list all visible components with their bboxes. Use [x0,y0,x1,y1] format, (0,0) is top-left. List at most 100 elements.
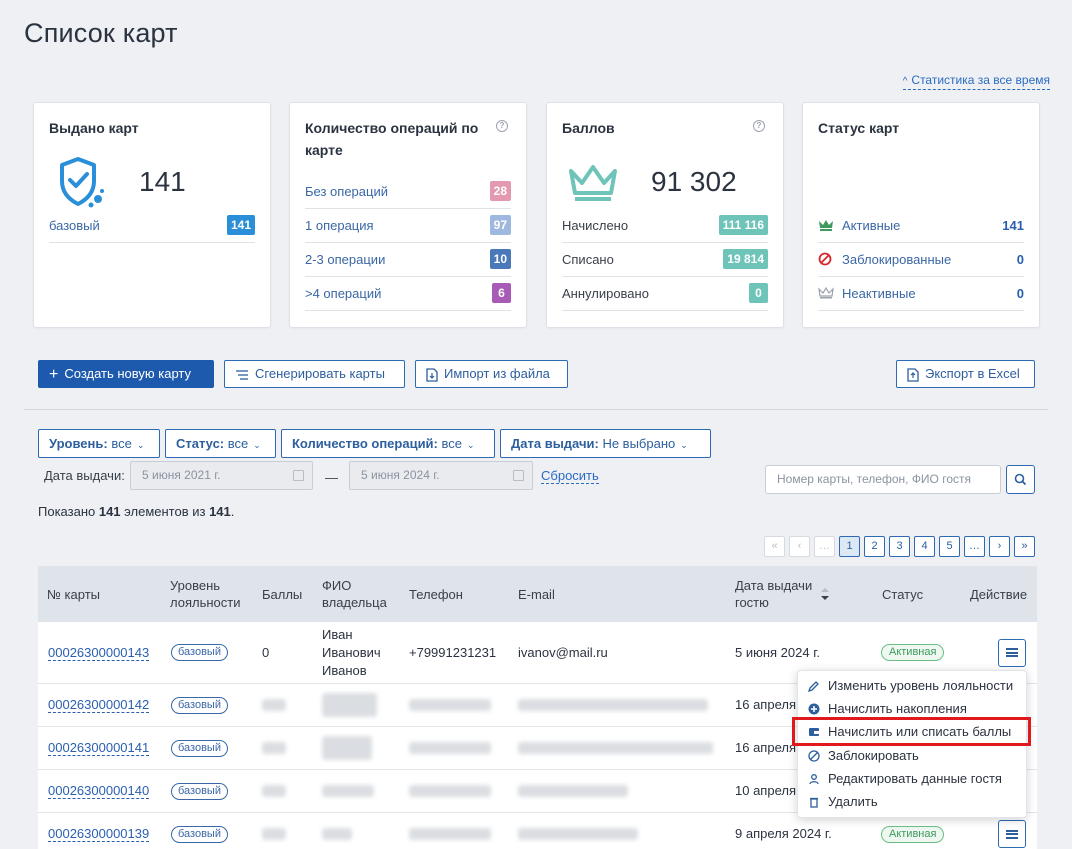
col-owner[interactable]: ФИО владельца [322,566,392,622]
ops-row-badge: 10 [489,249,511,269]
pencil-icon [808,680,819,692]
points-row-badge: 19 814 [723,249,768,269]
blocked-red-icon [818,252,832,266]
col-issue-date[interactable]: Дата выдачи гостю [735,566,825,622]
search-input[interactable]: Номер карты, телефон, ФИО гостя [765,465,1001,494]
status-filter[interactable]: Статус: все ⌄ [165,429,276,458]
first-page-button[interactable]: « [764,536,785,557]
create-card-button[interactable]: + Создать новую карту [38,360,214,388]
ops-row-none[interactable]: Без операций 28 [305,175,511,209]
prev-page-button[interactable]: ‹ [789,536,810,557]
calendar-icon [513,470,524,481]
level-badge: базовый [171,696,228,714]
menu-item-accrue-savings[interactable]: Начислить накопления [798,697,1026,720]
reset-filter-link[interactable]: Сбросить [541,468,599,484]
ops-row-two-three[interactable]: 2-3 операции 10 [305,243,511,277]
date-from-value: 5 июня 2021 г. [142,468,221,482]
export-excel-button[interactable]: Экспорт в Excel [896,360,1035,388]
status-row-count: 0 [1016,252,1024,267]
help-icon[interactable]: ? [753,120,765,132]
level-filter[interactable]: Уровень: все ⌄ [38,429,160,458]
import-file-button[interactable]: Импорт из файла [415,360,568,388]
search-icon [1014,473,1027,486]
blurred-owner [322,693,377,717]
card-status-card: Статус карт Активные 141 Заблокированные… [802,102,1040,328]
next-page-button[interactable]: › [989,536,1010,557]
last-page-button[interactable]: » [1014,536,1035,557]
card-number-link[interactable]: 00026300000142 [48,697,150,713]
trash-icon [810,797,818,808]
page-2-button[interactable]: 2 [864,536,885,557]
generate-cards-button[interactable]: Сгенерировать карты [224,360,405,388]
blurred-points [262,828,286,840]
card-number-link[interactable]: 00026300000141 [48,740,150,756]
col-card-number[interactable]: № карты [47,566,100,622]
issue-date-filter[interactable]: Дата выдачи: Не выбрано ⌄ [500,429,711,458]
menu-item-label: Редактировать данные гостя [828,771,1002,786]
ellipsis-button[interactable]: … [964,536,985,557]
help-icon[interactable]: ? [496,120,508,132]
blurred-email [518,785,628,797]
col-issue-date-label: Дата выдачи гостю [735,578,813,610]
export-file-icon [907,367,919,382]
col-level[interactable]: Уровень лояльности [170,566,250,622]
page-4-button[interactable]: 4 [914,536,935,557]
page-3-button[interactable]: 3 [889,536,910,557]
row-actions-button[interactable] [998,638,1026,667]
ellipsis-button[interactable]: … [814,536,835,557]
shown-count-text: Показано 141 элементов из 141. [38,504,234,519]
sort-desc-icon[interactable] [819,586,831,602]
page-5-button[interactable]: 5 [939,536,960,557]
level-badge: базовый [171,644,228,661]
menu-item-accrue-or-spend-points[interactable]: Начислить или списать баллы [792,717,1031,746]
ops-row-four-plus[interactable]: >4 операций 6 [305,277,511,311]
menu-item-label: Начислить накопления [828,701,967,716]
chevron-down-icon: ⌄ [136,440,145,450]
status-blocked-row[interactable]: Заблокированные 0 [818,243,1024,277]
level-badge: базовый [171,825,228,843]
page-1-button[interactable]: 1 [839,536,860,557]
ops-row-one[interactable]: 1 операция 97 [305,209,511,243]
ops-row-label: 1 операция [305,218,374,233]
menu-item-change-level[interactable]: Изменить уровень лояльности [798,674,1026,697]
shown-suffix: . [230,504,235,519]
date-from-input[interactable]: 5 июня 2021 г. [130,461,313,490]
phone-value: +79991231231 [409,644,497,660]
card-number-link[interactable]: 00026300000139 [48,826,150,842]
operations-filter[interactable]: Количество операций: все ⌄ [281,429,495,458]
status-inactive-row[interactable]: Неактивные 0 [818,277,1024,311]
card-number-link[interactable]: 00026300000140 [48,783,150,799]
issue-date-value: 16 апреля [735,697,796,712]
crown-icon [569,165,617,201]
col-email[interactable]: E-mail [518,566,555,622]
col-phone[interactable]: Телефон [409,566,463,622]
date-range-dash: — [325,470,338,485]
col-points[interactable]: Баллы [262,566,302,622]
import-file-label: Импорт из файла [444,366,550,381]
ops-row-label: >4 операций [305,286,382,301]
col-status[interactable]: Статус [882,566,923,622]
ops-row-badge: 28 [489,181,511,201]
status-active-row[interactable]: Активные 141 [818,209,1024,243]
chevron-down-icon: ⌄ [467,440,475,450]
menu-item-edit-guest[interactable]: Редактировать данные гостя [798,767,1026,790]
date-to-input[interactable]: 5 июня 2024 г. [349,461,533,490]
menu-item-delete[interactable]: Удалить [798,790,1026,813]
row-actions-button[interactable] [998,820,1026,848]
status-row-label: Активные [842,218,901,233]
plus-icon: + [49,365,59,383]
chevron-up-icon: ^ [902,76,908,87]
filter-label: Количество операций: [292,436,438,451]
blurred-email [518,699,708,711]
blurred-points [262,699,286,711]
issued-level-row: базовый 141 [49,209,255,243]
all-time-stats-link[interactable]: ^ Статистика за все время [902,73,1050,90]
table-header: № карты Уровень лояльности Баллы ФИО вла… [38,566,1037,622]
search-button[interactable] [1006,465,1035,494]
status-row-label: Неактивные [842,286,916,301]
create-card-label: Создать новую карту [64,366,191,381]
card-number-link[interactable]: 00026300000143 [48,645,150,661]
menu-item-block[interactable]: Заблокировать [798,744,1026,767]
menu-item-label: Заблокировать [828,748,919,763]
points-value: 0 [262,644,270,660]
